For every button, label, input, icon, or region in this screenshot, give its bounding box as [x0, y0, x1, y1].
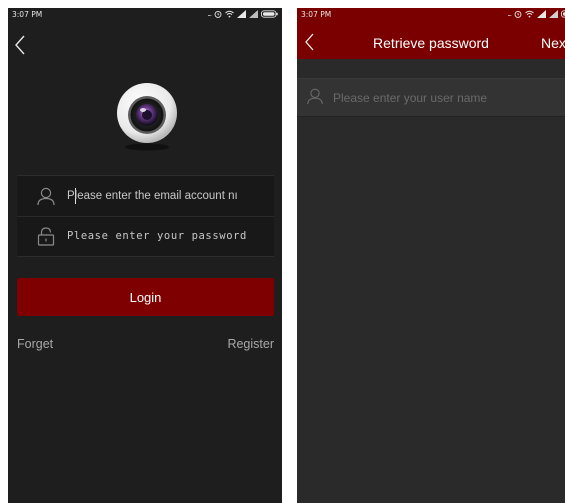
alarm-icon [214, 10, 222, 18]
email-input[interactable] [67, 176, 267, 216]
email-row [17, 176, 274, 217]
register-link[interactable]: Register [227, 337, 274, 351]
page-title: Retrieve password [373, 35, 489, 51]
user-icon [37, 187, 55, 206]
password-input[interactable] [67, 216, 267, 256]
status-time: 3:07 PM [301, 10, 332, 19]
battery-icon [561, 10, 565, 18]
forget-link[interactable]: Forget [17, 337, 53, 351]
user-icon [307, 88, 323, 105]
battery-icon [261, 10, 278, 18]
alarm-icon [514, 10, 522, 18]
login-screen: 3:07 PM ... Please enter the email accou… [8, 8, 282, 503]
retrieve-password-screen: Retrieve password Next 3:07 PM ... [297, 8, 565, 503]
status-dots: ... [507, 9, 512, 18]
status-bar: 3:07 PM ... [297, 8, 565, 22]
status-bar: 3:07 PM ... [8, 8, 282, 22]
signal-icon [237, 10, 246, 18]
signal-icon [249, 10, 258, 18]
login-button[interactable]: Login [17, 278, 274, 316]
camera-logo-icon [117, 83, 177, 151]
status-dots: ... [207, 9, 212, 18]
username-input[interactable] [333, 79, 558, 116]
password-row [17, 216, 274, 256]
status-time: 3:07 PM [12, 10, 43, 19]
username-row [297, 78, 565, 117]
back-arrow-icon[interactable] [13, 34, 27, 56]
status-icons: ... [207, 9, 278, 19]
status-icons: ... [507, 9, 565, 19]
signal-icon [549, 10, 558, 18]
wifi-icon [525, 10, 534, 18]
login-form [17, 175, 274, 257]
section-gap [297, 59, 565, 78]
wifi-icon [225, 10, 234, 18]
next-button[interactable]: Next [541, 35, 565, 51]
lock-icon [37, 227, 55, 246]
signal-icon [537, 10, 546, 18]
